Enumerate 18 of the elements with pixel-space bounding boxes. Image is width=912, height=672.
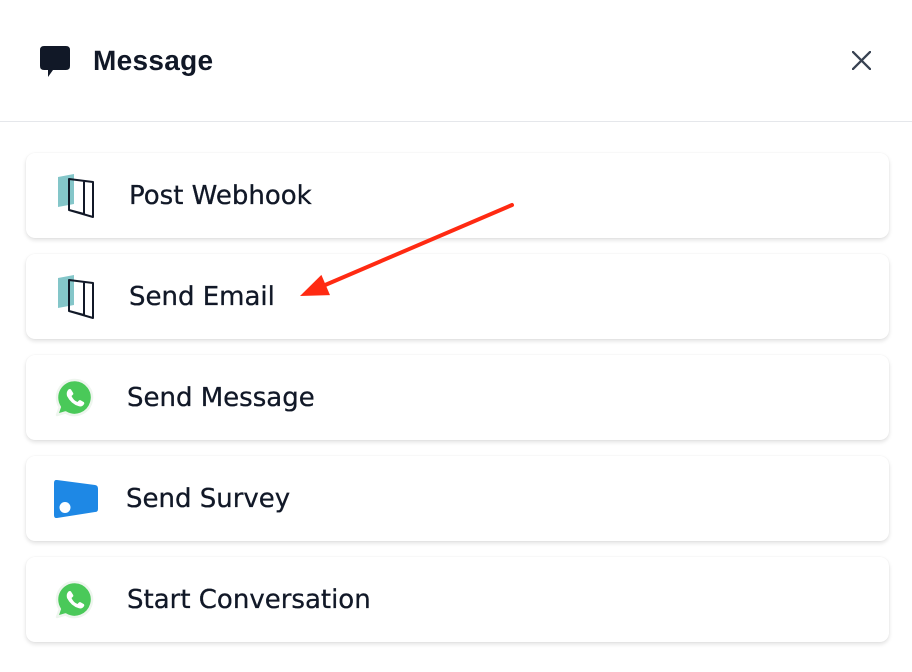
action-label: Send Email	[129, 282, 275, 312]
phone-bubble-icon	[55, 378, 95, 418]
action-item[interactable]: Send Email	[26, 254, 889, 339]
action-item[interactable]: Send Message	[26, 355, 889, 440]
action-item[interactable]: Post Webhook	[26, 153, 889, 238]
action-label: Post Webhook	[129, 180, 312, 210]
speech-bubble-icon	[40, 46, 70, 77]
close-icon	[852, 51, 870, 70]
action-item[interactable]: Start Conversation	[26, 557, 889, 642]
action-label: Send Message	[127, 382, 315, 412]
action-label: Start Conversation	[127, 584, 371, 614]
action-item[interactable]: Send Survey	[26, 456, 889, 541]
card-icon	[54, 480, 98, 518]
action-label: Send Survey	[126, 484, 290, 514]
book-icon	[57, 174, 95, 218]
book-icon	[57, 274, 95, 318]
panel-title: Message	[93, 44, 214, 76]
phone-bubble-icon	[55, 580, 95, 620]
